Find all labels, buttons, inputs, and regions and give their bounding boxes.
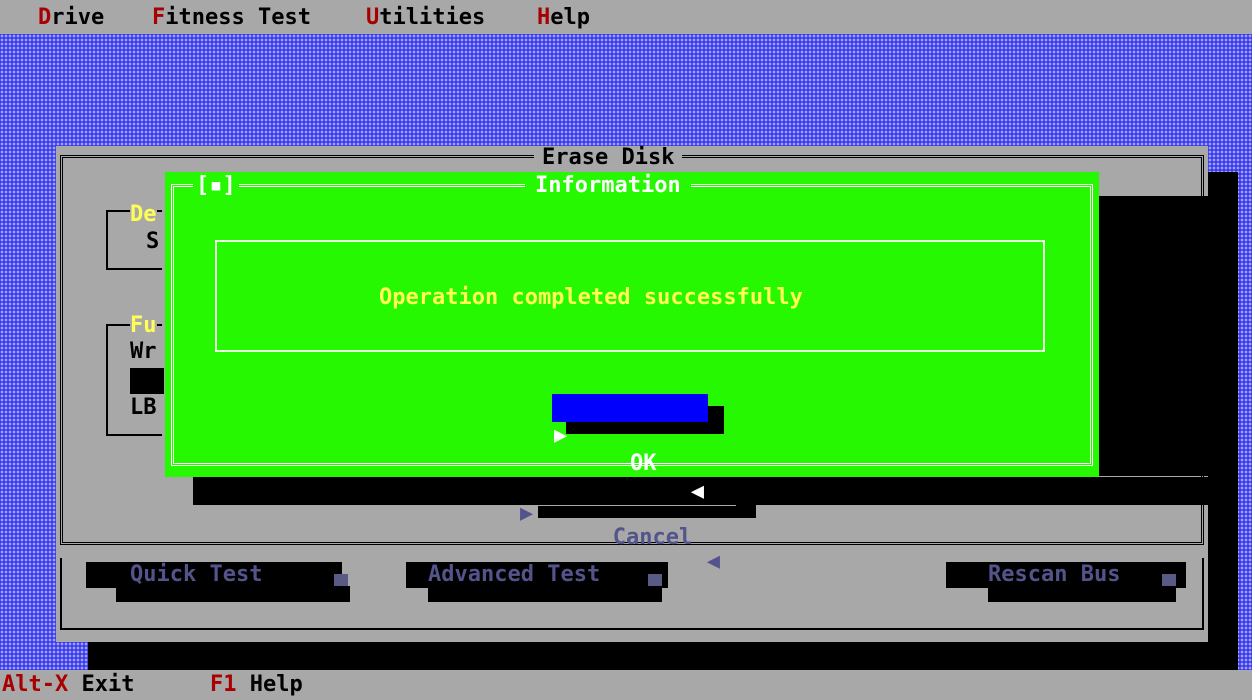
erase-window-shadow	[1208, 172, 1238, 642]
function-row-write: Wr	[130, 339, 157, 364]
status-bar: Alt-X Exit F1 Help	[0, 670, 1252, 700]
menu-bar: Drive Fitness Test Utilities Help	[0, 0, 1252, 34]
rescan-bus-shadow	[988, 586, 1176, 602]
advanced-test-button[interactable]: Advanced Test	[406, 562, 668, 588]
message-text: Operation completed successfully	[379, 285, 803, 310]
erase-window-shadow-bottom	[88, 642, 1238, 670]
menu-fitness-test[interactable]: Fitness Test	[152, 6, 311, 30]
rescan-bus-dot	[1162, 574, 1176, 586]
status-help[interactable]: F1 Help	[210, 673, 303, 697]
menu-help[interactable]: Help	[537, 6, 590, 30]
quick-test-shadow	[116, 586, 350, 602]
function-row-lba: LB	[130, 395, 157, 420]
menu-drive[interactable]: Drive	[38, 6, 104, 30]
device-group-label: De	[130, 202, 157, 227]
quick-test-button[interactable]: Quick Test	[86, 562, 342, 588]
cancel-left-arrow: ▶	[520, 501, 534, 526]
quick-test-dot	[334, 574, 348, 586]
ok-right-arrow: ◀	[690, 479, 704, 504]
erase-window-title: Erase Disk	[534, 146, 683, 170]
cancel-label: Cancel	[612, 525, 693, 550]
ok-left-arrow: ▶	[554, 423, 568, 448]
function-group-label: Fu	[130, 313, 157, 338]
close-box-icon[interactable]: [▪]	[193, 174, 239, 198]
ok-label: OK	[630, 451, 657, 476]
info-dialog-shadow-right	[1099, 196, 1209, 476]
advanced-test-dot	[648, 574, 662, 586]
rescan-bus-button[interactable]: Rescan Bus	[946, 562, 1186, 588]
info-dialog-title: Information	[525, 174, 691, 198]
menu-utilities[interactable]: Utilities	[366, 6, 485, 30]
status-exit[interactable]: Alt-X Exit	[2, 673, 134, 697]
ok-button[interactable]: ▶ OK ◀	[552, 394, 708, 504]
advanced-test-shadow	[428, 586, 662, 602]
function-row-selected[interactable]	[130, 368, 164, 394]
device-value: S	[146, 229, 160, 254]
